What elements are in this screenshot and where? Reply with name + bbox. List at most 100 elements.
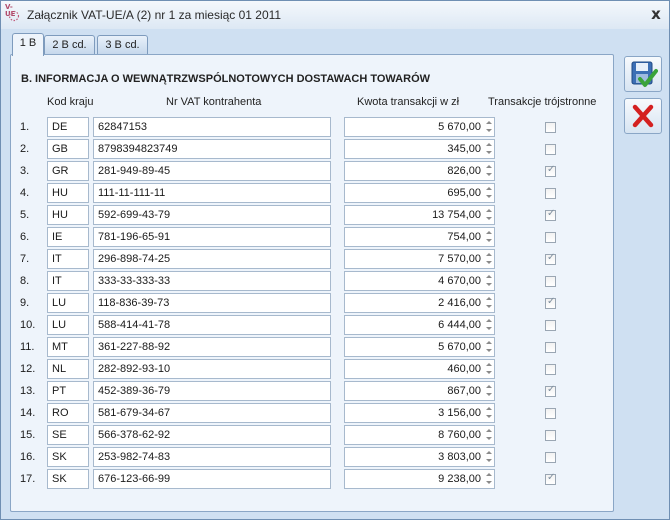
spin-down-icon[interactable] xyxy=(486,261,492,264)
triangular-checkbox[interactable] xyxy=(545,364,556,375)
tab-2[interactable]: 2 B cd. xyxy=(44,35,95,54)
spin-down-icon[interactable] xyxy=(486,481,492,484)
amount-spinner[interactable] xyxy=(485,185,493,201)
spin-down-icon[interactable] xyxy=(486,305,492,308)
amount-field[interactable]: 13 754,00 xyxy=(344,205,495,225)
spin-up-icon[interactable] xyxy=(486,407,492,410)
amount-spinner[interactable] xyxy=(485,207,493,223)
spin-down-icon[interactable] xyxy=(486,393,492,396)
amount-spinner[interactable] xyxy=(485,471,493,487)
country-code-field[interactable]: HU xyxy=(47,183,89,203)
vat-number-field[interactable]: 592-699-43-79 xyxy=(93,205,331,225)
vat-number-field[interactable]: 361-227-88-92 xyxy=(93,337,331,357)
country-code-field[interactable]: IE xyxy=(47,227,89,247)
amount-spinner[interactable] xyxy=(485,339,493,355)
vat-number-field[interactable]: 111-11-111-11 xyxy=(93,183,331,203)
amount-spinner[interactable] xyxy=(485,295,493,311)
vat-number-field[interactable]: 118-836-39-73 xyxy=(93,293,331,313)
triangular-checkbox[interactable]: ✓ xyxy=(545,384,556,397)
spin-down-icon[interactable] xyxy=(486,327,492,330)
spin-up-icon[interactable] xyxy=(486,121,492,124)
spin-up-icon[interactable] xyxy=(486,473,492,476)
close-icon[interactable]: x xyxy=(649,6,663,22)
amount-field[interactable]: 3 156,00 xyxy=(344,403,495,423)
vat-number-field[interactable]: 566-378-62-92 xyxy=(93,425,331,445)
amount-field[interactable]: 345,00 xyxy=(344,139,495,159)
vat-number-field[interactable]: 282-892-93-10 xyxy=(93,359,331,379)
spin-up-icon[interactable] xyxy=(486,297,492,300)
vat-number-field[interactable]: 781-196-65-91 xyxy=(93,227,331,247)
vat-number-field[interactable]: 588-414-41-78 xyxy=(93,315,331,335)
amount-field[interactable]: 9 238,00 xyxy=(344,469,495,489)
amount-spinner[interactable] xyxy=(485,273,493,289)
triangular-checkbox[interactable] xyxy=(545,452,556,463)
country-code-field[interactable]: HU xyxy=(47,205,89,225)
triangular-checkbox[interactable] xyxy=(545,232,556,243)
amount-spinner[interactable] xyxy=(485,383,493,399)
tab-3[interactable]: 3 B cd. xyxy=(97,35,148,54)
cancel-button[interactable] xyxy=(624,98,662,134)
spin-down-icon[interactable] xyxy=(486,173,492,176)
amount-field[interactable]: 754,00 xyxy=(344,227,495,247)
amount-spinner[interactable] xyxy=(485,317,493,333)
country-code-field[interactable]: LU xyxy=(47,293,89,313)
amount-field[interactable]: 5 670,00 xyxy=(344,117,495,137)
spin-up-icon[interactable] xyxy=(486,341,492,344)
spin-up-icon[interactable] xyxy=(486,429,492,432)
amount-field[interactable]: 695,00 xyxy=(344,183,495,203)
triangular-checkbox[interactable]: ✓ xyxy=(545,208,556,221)
country-code-field[interactable]: NL xyxy=(47,359,89,379)
amount-field[interactable]: 867,00 xyxy=(344,381,495,401)
triangular-checkbox[interactable] xyxy=(545,122,556,133)
vat-number-field[interactable]: 581-679-34-67 xyxy=(93,403,331,423)
spin-down-icon[interactable] xyxy=(486,437,492,440)
spin-down-icon[interactable] xyxy=(486,239,492,242)
triangular-checkbox[interactable] xyxy=(545,320,556,331)
triangular-checkbox[interactable] xyxy=(545,408,556,419)
country-code-field[interactable]: SE xyxy=(47,425,89,445)
spin-down-icon[interactable] xyxy=(486,217,492,220)
amount-spinner[interactable] xyxy=(485,251,493,267)
save-button[interactable] xyxy=(624,56,662,92)
spin-down-icon[interactable] xyxy=(486,349,492,352)
spin-up-icon[interactable] xyxy=(486,319,492,322)
country-code-field[interactable]: RO xyxy=(47,403,89,423)
triangular-checkbox[interactable]: ✓ xyxy=(545,164,556,177)
spin-up-icon[interactable] xyxy=(486,253,492,256)
amount-field[interactable]: 2 416,00 xyxy=(344,293,495,313)
country-code-field[interactable]: IT xyxy=(47,271,89,291)
vat-number-field[interactable]: 676-123-66-99 xyxy=(93,469,331,489)
spin-down-icon[interactable] xyxy=(486,371,492,374)
amount-field[interactable]: 7 570,00 xyxy=(344,249,495,269)
amount-spinner[interactable] xyxy=(485,427,493,443)
spin-up-icon[interactable] xyxy=(486,143,492,146)
amount-field[interactable]: 460,00 xyxy=(344,359,495,379)
amount-spinner[interactable] xyxy=(485,361,493,377)
spin-up-icon[interactable] xyxy=(486,231,492,234)
spin-down-icon[interactable] xyxy=(486,415,492,418)
tab-1[interactable]: 1 B xyxy=(12,33,44,56)
amount-spinner[interactable] xyxy=(485,229,493,245)
country-code-field[interactable]: LU xyxy=(47,315,89,335)
country-code-field[interactable]: MT xyxy=(47,337,89,357)
country-code-field[interactable]: SK xyxy=(47,447,89,467)
spin-up-icon[interactable] xyxy=(486,451,492,454)
country-code-field[interactable]: DE xyxy=(47,117,89,137)
vat-number-field[interactable]: 452-389-36-79 xyxy=(93,381,331,401)
country-code-field[interactable]: GB xyxy=(47,139,89,159)
triangular-checkbox[interactable]: ✓ xyxy=(545,472,556,485)
amount-field[interactable]: 5 670,00 xyxy=(344,337,495,357)
spin-down-icon[interactable] xyxy=(486,459,492,462)
triangular-checkbox[interactable] xyxy=(545,430,556,441)
triangular-checkbox[interactable] xyxy=(545,144,556,155)
country-code-field[interactable]: SK xyxy=(47,469,89,489)
amount-field[interactable]: 4 670,00 xyxy=(344,271,495,291)
spin-up-icon[interactable] xyxy=(486,363,492,366)
spin-up-icon[interactable] xyxy=(486,209,492,212)
amount-field[interactable]: 6 444,00 xyxy=(344,315,495,335)
spin-up-icon[interactable] xyxy=(486,187,492,190)
amount-field[interactable]: 3 803,00 xyxy=(344,447,495,467)
spin-down-icon[interactable] xyxy=(486,283,492,286)
vat-number-field[interactable]: 8798394823749 xyxy=(93,139,331,159)
spin-up-icon[interactable] xyxy=(486,385,492,388)
